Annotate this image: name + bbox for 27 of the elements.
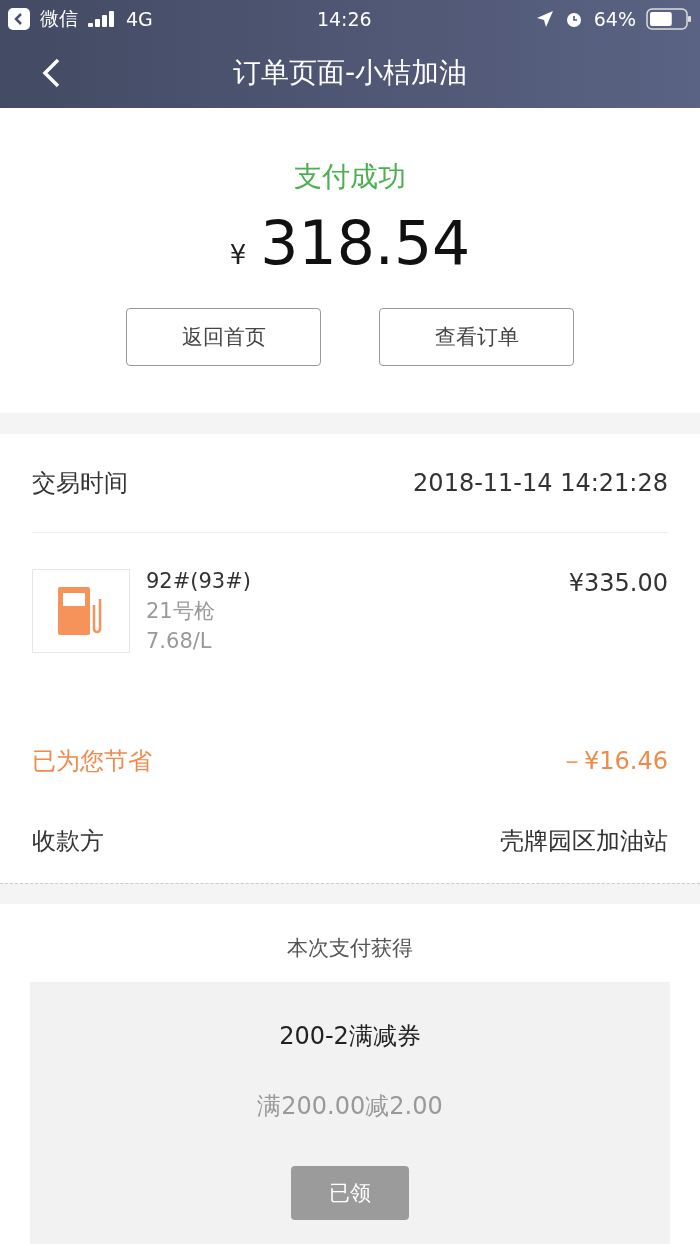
outline-button[interactable]: 查看订单	[379, 308, 574, 366]
payee-label: 收款方	[32, 826, 104, 857]
reward-title: 本次支付获得	[287, 935, 413, 962]
currency-symbol: ¥	[229, 240, 247, 270]
coupon-name: 200-2满减券	[279, 1021, 421, 1052]
network-label: 4G	[126, 8, 153, 30]
outline-button[interactable]: 返回首页	[126, 308, 321, 366]
battery-icon	[646, 8, 692, 30]
battery-percent: 64%	[593, 8, 636, 30]
back-app-label[interactable]: 微信	[40, 6, 78, 32]
time-label: 交易时间	[32, 468, 128, 499]
signal-icon	[88, 11, 116, 27]
nozzle-number: 21号枪	[146, 598, 216, 625]
payee-value: 壳牌园区加油站	[500, 826, 668, 857]
payment-status: 支付成功	[294, 159, 406, 195]
back-app-icon[interactable]	[8, 8, 30, 30]
location-arrow-icon	[535, 10, 554, 28]
paid-amount: 318.54	[260, 208, 471, 278]
item-price: ¥335.00	[568, 569, 668, 599]
savings-value: －¥16.46	[560, 746, 668, 777]
clock-time: 14:26	[316, 8, 372, 30]
page-title: 订单页面-小桔加油	[232, 55, 468, 91]
fuel-grade: 92#(93#)	[146, 569, 253, 593]
unit-price: 7.68/L	[146, 629, 213, 653]
coupon-description: 满200.00减2.00	[257, 1091, 443, 1122]
savings-label: 已为您节省	[32, 746, 152, 777]
time-value: 2018-11-14 14:21:28	[413, 469, 668, 497]
